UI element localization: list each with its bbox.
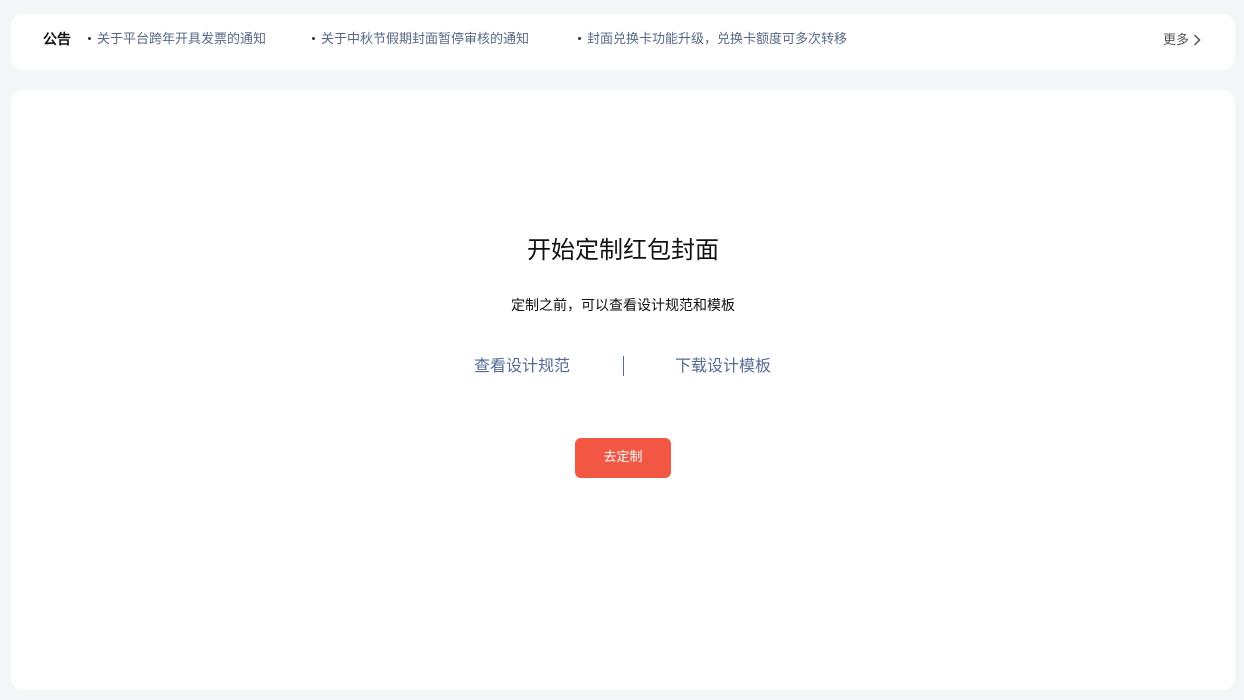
link-divider (623, 356, 624, 376)
notice-title: 公告 (43, 32, 71, 48)
bullet-icon (578, 37, 581, 40)
notice-item-text: 关于平台跨年开具发票的通知 (97, 32, 267, 47)
main-card: 开始定制红包封面 定制之前，可以查看设计规范和模板 查看设计规范 下载设计模板 … (11, 90, 1235, 690)
notice-item[interactable]: 封面兑换卡功能升级，兑换卡额度可多次转移 (578, 31, 847, 49)
design-links: 查看设计规范 下载设计模板 (11, 354, 1235, 378)
notice-bar: 公告 关于平台跨年开具发票的通知 关于中秋节假期封面暂停审核的通知 封面兑换卡功… (11, 14, 1235, 70)
bullet-icon (312, 37, 315, 40)
page-subtitle: 定制之前，可以查看设计规范和模板 (511, 298, 735, 314)
notice-item-text: 封面兑换卡功能升级，兑换卡额度可多次转移 (587, 32, 848, 47)
view-spec-link[interactable]: 查看设计规范 (474, 354, 570, 378)
page-title: 开始定制红包封面 (527, 236, 719, 264)
download-template-link[interactable]: 下载设计模板 (675, 354, 771, 378)
more-label: 更多 (1162, 33, 1189, 48)
notice-item[interactable]: 关于平台跨年开具发票的通知 (88, 31, 266, 49)
more-link[interactable]: 更多 (1163, 32, 1201, 50)
chevron-right-icon (1193, 33, 1201, 46)
go-customize-button[interactable]: 去定制 (575, 438, 671, 478)
notice-item-text: 关于中秋节假期封面暂停审核的通知 (321, 32, 530, 47)
notice-item[interactable]: 关于中秋节假期封面暂停审核的通知 (312, 31, 529, 49)
bullet-icon (88, 37, 91, 40)
